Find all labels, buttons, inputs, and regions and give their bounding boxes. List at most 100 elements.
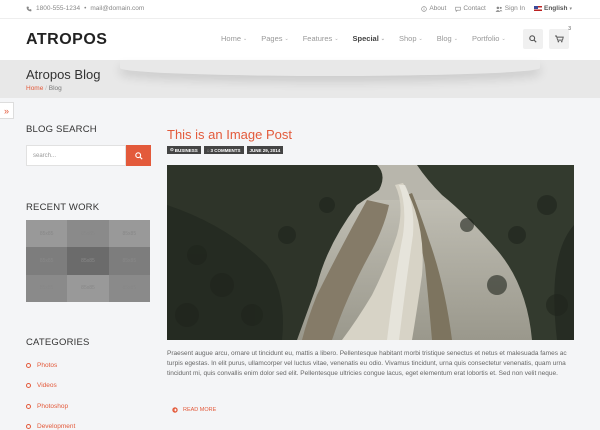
circle-icon	[26, 363, 31, 368]
contact-link[interactable]: Contact	[455, 5, 486, 12]
chevron-down-icon: ⌄	[380, 35, 385, 42]
tag-icon: ⊙	[170, 147, 174, 152]
search-icon	[529, 35, 537, 43]
post-excerpt: Praesent augue arcu, ornare ut tincidunt…	[167, 350, 567, 378]
cart-icon	[554, 35, 564, 43]
nav-item-features[interactable]: Features ⌄	[303, 34, 339, 43]
breadcrumb: Home / Blog	[26, 85, 62, 92]
category-label: Videos	[37, 382, 57, 389]
tag-label: 3 COMMENTS	[210, 147, 241, 153]
nav-item-shop[interactable]: Shop ⌄	[399, 34, 423, 43]
categories-title: CATEGORIES	[26, 337, 90, 348]
phone-number: 1800-555-1234	[36, 5, 81, 12]
sign-in-link[interactable]: Sign In	[495, 5, 525, 12]
category-development[interactable]: Development	[26, 423, 75, 430]
sign-in-label: Sign In	[504, 5, 525, 12]
search-icon	[134, 151, 143, 160]
road-through-forest-image	[167, 165, 574, 340]
date-tag: JUNE 29, 2014	[246, 146, 284, 154]
top-bar: 1800-555-1234 • mail@domain.com About Co…	[0, 0, 600, 19]
chevron-down-icon: ⌄	[453, 35, 458, 42]
recent-work-title: RECENT WORK	[26, 202, 100, 213]
circle-icon	[26, 404, 31, 409]
chevron-down-icon: ⌄	[243, 35, 248, 42]
nav-label: Pages	[261, 34, 283, 43]
thumb[interactable]: 85x85	[67, 247, 109, 275]
nav-item-portfolio[interactable]: Portfolio ⌄	[472, 34, 506, 43]
read-more-link[interactable]: READ MORE	[172, 407, 216, 413]
category-tag[interactable]: ⊙ BUSINESS	[167, 146, 201, 154]
breadcrumb-current: Blog	[48, 85, 62, 92]
page-title: Atropos Blog	[26, 67, 101, 82]
nav-label: Features	[302, 34, 333, 43]
post-meta: ⊙ BUSINESS ◌ 3 COMMENTS JUNE 29, 2014	[167, 146, 284, 154]
nav-label: Shop	[398, 34, 417, 43]
read-more-label: READ MORE	[183, 407, 217, 413]
thumb[interactable]: 85x85	[26, 220, 68, 248]
contact-info: 1800-555-1234 • mail@domain.com	[26, 5, 144, 12]
site-logo[interactable]: ATROPOS	[26, 31, 107, 49]
contact-label: Contact	[463, 5, 486, 12]
post-title[interactable]: This is an Image Post	[167, 127, 292, 142]
chevron-down-icon: ⌄	[501, 35, 506, 42]
us-flag-icon	[534, 6, 542, 11]
nav-item-pages[interactable]: Pages ⌄	[261, 34, 288, 43]
category-label: Photoshop	[37, 403, 69, 410]
main-header: ATROPOS Home ⌄ Pages ⌄ Features ⌄ Special ⌄ …	[0, 19, 600, 60]
search-input[interactable]: search...	[26, 145, 126, 166]
tag-label: BUSINESS	[174, 147, 198, 153]
circle-icon	[26, 383, 31, 388]
comments-tag[interactable]: ◌ 3 COMMENTS	[203, 146, 244, 154]
thumb[interactable]: 85x85	[108, 220, 150, 248]
chevron-down-icon: ⌄	[418, 35, 423, 42]
category-photos[interactable]: Photos	[26, 362, 57, 369]
nav-label: Blog	[436, 34, 452, 43]
search-submit-button[interactable]	[126, 145, 151, 166]
comment-icon: ◌	[206, 147, 210, 153]
decorative-shadow	[120, 60, 540, 76]
page-title-band: Atropos Blog Home / Blog	[0, 60, 600, 98]
blog-search-title: BLOG SEARCH	[26, 124, 97, 135]
category-photoshop[interactable]: Photoshop	[26, 403, 68, 410]
about-link[interactable]: About	[421, 5, 446, 12]
breadcrumb-home[interactable]: Home	[26, 85, 43, 92]
nav-label: Home	[221, 34, 242, 43]
thumb[interactable]: 85x85	[67, 274, 109, 302]
thumb[interactable]: 85x85	[108, 247, 150, 275]
users-icon	[495, 6, 503, 12]
language-selector[interactable]: English ▾	[534, 5, 572, 12]
nav-item-blog[interactable]: Blog ⌄	[437, 34, 458, 43]
language-label: English	[544, 5, 568, 12]
arrow-circle-right-icon	[172, 407, 178, 413]
thumb[interactable]: 85x85	[108, 274, 150, 302]
info-icon	[421, 5, 428, 12]
circle-icon	[26, 424, 31, 429]
tag-label: JUNE 29, 2014	[249, 147, 281, 153]
chevron-down-icon: ⌄	[284, 35, 289, 42]
separator: •	[84, 5, 87, 12]
nav-item-home[interactable]: Home ⌄	[221, 34, 247, 43]
post-image[interactable]	[167, 165, 574, 340]
category-label: Development	[37, 423, 76, 430]
about-label: About	[429, 5, 447, 12]
nav-item-special[interactable]: Special ⌄	[353, 34, 385, 43]
thumb[interactable]: 85x85	[67, 220, 109, 248]
email-link[interactable]: mail@domain.com	[90, 5, 144, 12]
chevron-down-icon: ⌄	[334, 35, 339, 42]
category-label: Photos	[37, 362, 58, 369]
caret-down-icon: ▾	[569, 5, 572, 12]
double-chevron-right-icon: »	[3, 105, 9, 116]
chat-icon	[455, 6, 462, 12]
recent-work-grid: 85x85 85x85 85x85 85x85 85x85 85x85 85x8…	[26, 220, 150, 302]
header-search-button[interactable]	[523, 29, 543, 49]
side-panel-toggle[interactable]: »	[0, 102, 14, 119]
cart-button[interactable]: 3	[549, 26, 571, 49]
main-nav: Home ⌄ Pages ⌄ Features ⌄ Special ⌄ Shop ⌄ Bl…	[221, 34, 520, 43]
phone-icon	[26, 6, 32, 11]
cart-count-badge: 3	[568, 26, 571, 32]
thumb[interactable]: 85x85	[26, 247, 68, 275]
category-videos[interactable]: Videos	[26, 382, 57, 389]
thumb[interactable]: 85x85	[26, 274, 68, 302]
nav-label: Portfolio	[471, 34, 500, 43]
nav-label: Special	[352, 34, 379, 43]
